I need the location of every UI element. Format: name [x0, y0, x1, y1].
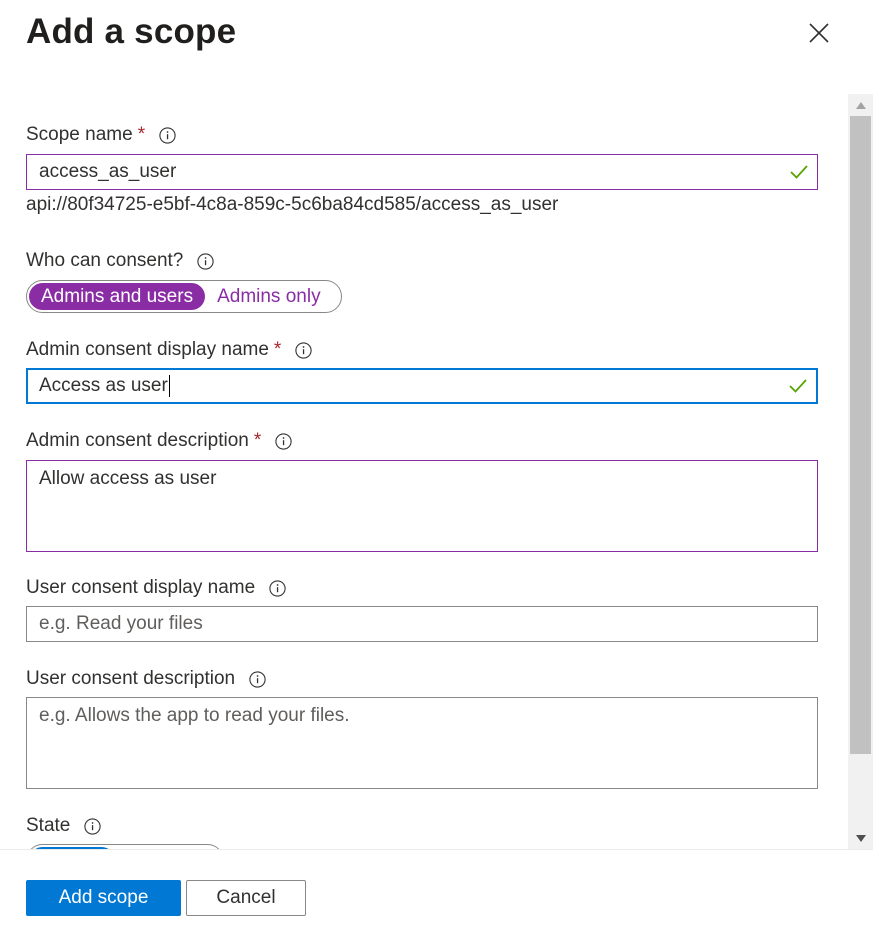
- user-consent-display-name-label-text: User consent display name: [26, 577, 256, 598]
- checkmark-icon: [789, 163, 809, 181]
- required-mark: *: [273, 339, 282, 360]
- admin-consent-display-name-input[interactable]: Access as user: [26, 368, 818, 404]
- state-label: State: [26, 815, 102, 837]
- info-icon[interactable]: [197, 252, 215, 270]
- admin-consent-description-label-text: Admin consent description: [26, 430, 249, 451]
- admin-consent-description-label: Admin consent description *: [26, 430, 292, 452]
- cancel-button[interactable]: Cancel: [186, 880, 306, 916]
- add-scope-button[interactable]: Add scope: [26, 880, 181, 916]
- add-scope-panel: Add a scope Scope name * access_as_user …: [0, 0, 873, 945]
- info-icon[interactable]: [275, 432, 292, 450]
- admin-consent-display-name-label-text: Admin consent display name: [26, 339, 269, 360]
- user-consent-description-label: User consent description: [26, 668, 266, 690]
- form-content: Scope name * access_as_user api://80f347…: [0, 94, 848, 849]
- close-icon[interactable]: [806, 20, 832, 46]
- info-icon[interactable]: [269, 579, 286, 597]
- option-admins-and-users[interactable]: Admins and users: [29, 283, 206, 310]
- who-can-consent-toggle: Admins and users Admins only: [26, 280, 342, 313]
- form-scroll-area[interactable]: Scope name * access_as_user api://80f347…: [0, 94, 873, 849]
- info-icon[interactable]: [295, 341, 312, 359]
- admin-consent-display-name-label: Admin consent display name *: [26, 339, 312, 361]
- admin-consent-description-textarea[interactable]: Allow access as user: [26, 460, 818, 552]
- user-consent-description-placeholder: e.g. Allows the app to read your files.: [39, 705, 350, 726]
- user-consent-display-name-input[interactable]: e.g. Read your files: [26, 606, 818, 642]
- scope-name-input[interactable]: access_as_user: [26, 154, 818, 190]
- scope-name-value: access_as_user: [39, 161, 177, 182]
- scroll-up-arrow-icon[interactable]: [848, 94, 873, 116]
- info-icon[interactable]: [159, 126, 176, 144]
- admin-consent-display-name-value: Access as user: [39, 375, 168, 396]
- who-can-consent-label: Who can consent?: [26, 250, 215, 272]
- user-consent-display-name-label: User consent display name: [26, 577, 286, 599]
- footer-divider: [0, 849, 873, 850]
- user-consent-description-textarea[interactable]: e.g. Allows the app to read your files.: [26, 697, 818, 789]
- info-icon[interactable]: [249, 670, 266, 688]
- info-icon[interactable]: [84, 817, 102, 835]
- panel-title: Add a scope: [26, 12, 237, 51]
- required-mark: *: [253, 430, 262, 451]
- user-consent-display-name-placeholder: e.g. Read your files: [39, 613, 203, 634]
- scope-uri: api://80f34725-e5bf-4c8a-859c-5c6ba84cd5…: [26, 194, 559, 215]
- required-mark: *: [137, 124, 146, 145]
- text-caret: [168, 375, 170, 397]
- scope-name-label: Scope name *: [26, 124, 176, 146]
- checkmark-icon: [788, 377, 808, 395]
- scrollbar[interactable]: [848, 94, 873, 849]
- scope-name-label-text: Scope name: [26, 124, 133, 145]
- user-consent-description-label-text: User consent description: [26, 668, 236, 689]
- admin-consent-description-value: Allow access as user: [39, 468, 217, 489]
- who-can-consent-label-text: Who can consent?: [26, 250, 184, 271]
- scrollbar-thumb[interactable]: [850, 116, 871, 754]
- scroll-down-arrow-icon[interactable]: [848, 827, 873, 849]
- state-label-text: State: [26, 815, 71, 836]
- option-admins-only[interactable]: Admins only: [205, 283, 333, 310]
